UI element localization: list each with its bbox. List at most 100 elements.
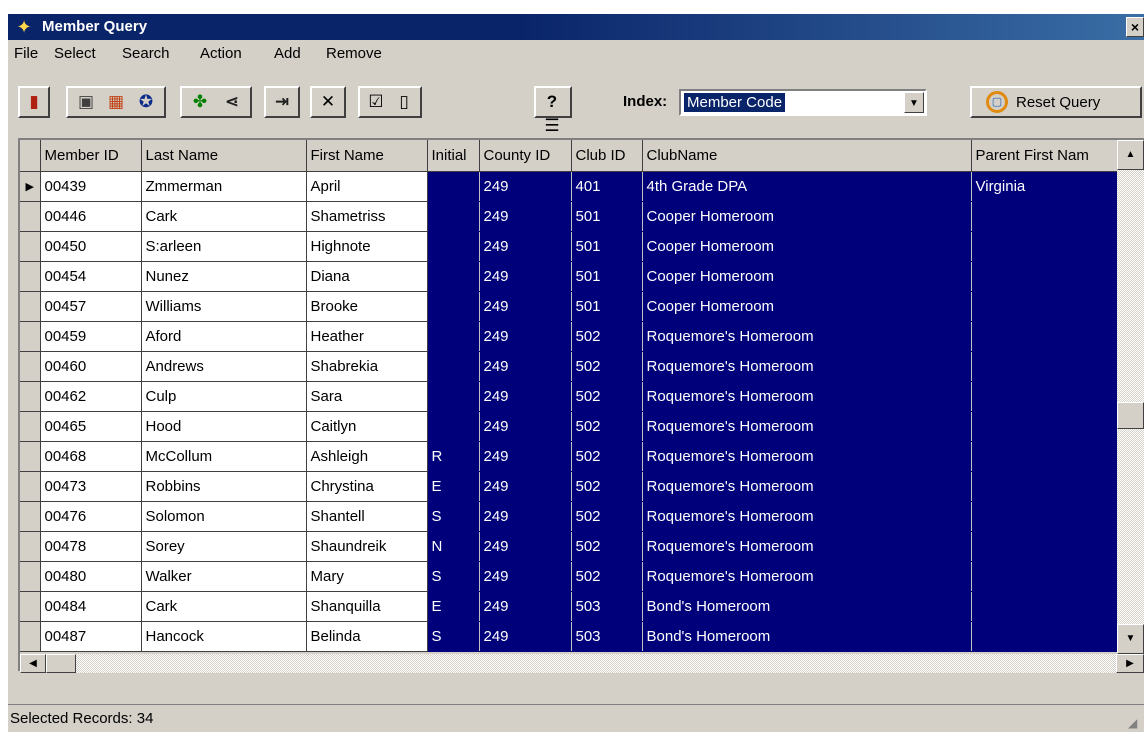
table-row[interactable]: 00446 Cark Shametriss 249 501 Cooper Homeroom <box>20 201 1117 232</box>
cell-last-name[interactable]: Culp <box>141 381 307 412</box>
cell-club-name[interactable]: Roquemore's Homeroom <box>642 351 972 382</box>
cell-county-id[interactable]: 249 <box>479 441 572 472</box>
table-row[interactable]: ▶ 00439 Zmmerman April 249 401 4th Grade DPA Vi… <box>20 171 1117 202</box>
column-header-county-id[interactable]: County ID <box>479 140 572 172</box>
column-header-member-id[interactable]: Member ID <box>40 140 142 172</box>
table-row[interactable]: 00476 Solomon Shantell S 249 502 Roquemore's H… <box>20 501 1117 532</box>
menu-add[interactable]: Add <box>274 45 301 62</box>
menu-search[interactable]: Search <box>122 45 170 62</box>
cell-parent-first-name[interactable] <box>971 471 1117 502</box>
cell-club-id[interactable]: 501 <box>571 291 643 322</box>
cell-county-id[interactable]: 249 <box>479 171 572 202</box>
cell-county-id[interactable]: 249 <box>479 531 572 562</box>
column-header-club-name[interactable]: ClubName <box>642 140 972 172</box>
cell-initial[interactable]: S <box>427 561 480 592</box>
cell-county-id[interactable]: 249 <box>479 381 572 412</box>
table-row[interactable]: 00473 Robbins Chrystina E 249 502 Roquemore's … <box>20 471 1117 502</box>
cell-club-id[interactable]: 503 <box>571 621 643 652</box>
cell-first-name[interactable]: Chrystina <box>306 471 428 502</box>
cell-parent-first-name[interactable] <box>971 291 1117 322</box>
cell-club-name[interactable]: Roquemore's Homeroom <box>642 501 972 532</box>
cell-club-name[interactable]: Roquemore's Homeroom <box>642 561 972 592</box>
cell-club-id[interactable]: 502 <box>571 351 643 382</box>
query-button[interactable]: ?☰ <box>534 86 572 135</box>
cell-member-id[interactable]: 00457 <box>40 291 142 322</box>
column-header-parent-first-name[interactable]: Parent First Nam <box>971 140 1117 172</box>
row-indicator[interactable] <box>20 201 41 232</box>
cell-county-id[interactable]: 249 <box>479 561 572 592</box>
cell-first-name[interactable]: Shabrekia <box>306 351 428 382</box>
cell-initial[interactable] <box>427 231 480 262</box>
cell-initial[interactable]: S <box>427 621 480 652</box>
cell-last-name[interactable]: Walker <box>141 561 307 592</box>
cell-first-name[interactable]: Brooke <box>306 291 428 322</box>
cell-club-id[interactable]: 502 <box>571 441 643 472</box>
column-header-initial[interactable]: Initial <box>427 140 480 172</box>
cell-parent-first-name[interactable] <box>971 501 1117 532</box>
cell-first-name[interactable]: Caitlyn <box>306 411 428 442</box>
cell-first-name[interactable]: Shanquilla <box>306 591 428 622</box>
cell-initial[interactable]: E <box>427 591 480 622</box>
cell-first-name[interactable]: Shametriss <box>306 201 428 232</box>
cell-last-name[interactable]: Cark <box>141 201 307 232</box>
scroll-down-button[interactable]: ▼ <box>1117 624 1144 654</box>
cell-member-id[interactable]: 00484 <box>40 591 142 622</box>
cell-last-name[interactable]: Sorey <box>141 531 307 562</box>
cell-county-id[interactable]: 249 <box>479 351 572 382</box>
cell-first-name[interactable]: Shaundreik <box>306 531 428 562</box>
title-bar[interactable]: ✦ Member Query × <box>8 14 1144 40</box>
cell-initial[interactable]: R <box>427 441 480 472</box>
cell-last-name[interactable]: McCollum <box>141 441 307 472</box>
cell-first-name[interactable]: April <box>306 171 428 202</box>
group-members-icon[interactable]: ✤ <box>188 90 212 114</box>
cell-last-name[interactable]: Zmmerman <box>141 171 307 202</box>
close-button[interactable]: × <box>1126 17 1144 37</box>
cell-club-name[interactable]: Cooper Homeroom <box>642 201 972 232</box>
cell-county-id[interactable]: 249 <box>479 321 572 352</box>
cell-parent-first-name[interactable] <box>971 351 1117 382</box>
cell-club-id[interactable]: 502 <box>571 321 643 352</box>
table-row[interactable]: 00484 Cark Shanquilla E 249 503 Bond's Homeroo… <box>20 591 1117 622</box>
cell-county-id[interactable]: 249 <box>479 201 572 232</box>
cell-initial[interactable]: E <box>427 471 480 502</box>
new-page-icon[interactable]: ▯ <box>392 90 416 114</box>
cell-last-name[interactable]: Aford <box>141 321 307 352</box>
scroll-up-button[interactable]: ▲ <box>1117 140 1144 170</box>
cell-member-id[interactable]: 00462 <box>40 381 142 412</box>
cell-last-name[interactable]: S:arleen <box>141 231 307 262</box>
cell-county-id[interactable]: 249 <box>479 591 572 622</box>
cell-first-name[interactable]: Sara <box>306 381 428 412</box>
resize-grip-icon[interactable]: ◢ <box>1128 716 1142 730</box>
cell-club-id[interactable]: 502 <box>571 471 643 502</box>
row-indicator[interactable] <box>20 531 41 562</box>
cell-last-name[interactable]: Hancock <box>141 621 307 652</box>
row-indicator[interactable] <box>20 291 41 322</box>
cell-parent-first-name[interactable]: Virginia <box>971 171 1117 202</box>
cell-initial[interactable] <box>427 291 480 322</box>
cell-initial[interactable]: N <box>427 531 480 562</box>
index-select[interactable]: Member Code ▼ <box>679 89 927 116</box>
award-ribbon-icon[interactable]: ✪ <box>134 90 158 114</box>
cell-member-id[interactable]: 00439 <box>40 171 142 202</box>
row-indicator[interactable] <box>20 351 41 382</box>
reset-query-button[interactable]: ▢ Reset Query <box>970 86 1142 118</box>
column-header-first-name[interactable]: First Name <box>306 140 428 172</box>
table-row[interactable]: 00457 Williams Brooke 249 501 Cooper Homeroom <box>20 291 1117 322</box>
cell-initial[interactable] <box>427 411 480 442</box>
menu-select[interactable]: Select <box>54 45 96 62</box>
table-row[interactable]: 00487 Hancock Belinda S 249 503 Bond's Homeroo… <box>20 621 1117 652</box>
cell-initial[interactable] <box>427 261 480 292</box>
vertical-scroll-thumb[interactable] <box>1117 402 1144 429</box>
cell-first-name[interactable]: Diana <box>306 261 428 292</box>
cell-last-name[interactable]: Williams <box>141 291 307 322</box>
cell-club-name[interactable]: Roquemore's Homeroom <box>642 411 972 442</box>
cell-last-name[interactable]: Solomon <box>141 501 307 532</box>
delete-button[interactable]: ✕ <box>310 86 346 118</box>
cell-club-name[interactable]: 4th Grade DPA <box>642 171 972 202</box>
cell-initial[interactable] <box>427 171 480 202</box>
checkbox-icon[interactable]: ☑ <box>364 90 388 114</box>
cell-last-name[interactable]: Cark <box>141 591 307 622</box>
cell-member-id[interactable]: 00450 <box>40 231 142 262</box>
row-indicator[interactable] <box>20 621 41 652</box>
cell-last-name[interactable]: Robbins <box>141 471 307 502</box>
